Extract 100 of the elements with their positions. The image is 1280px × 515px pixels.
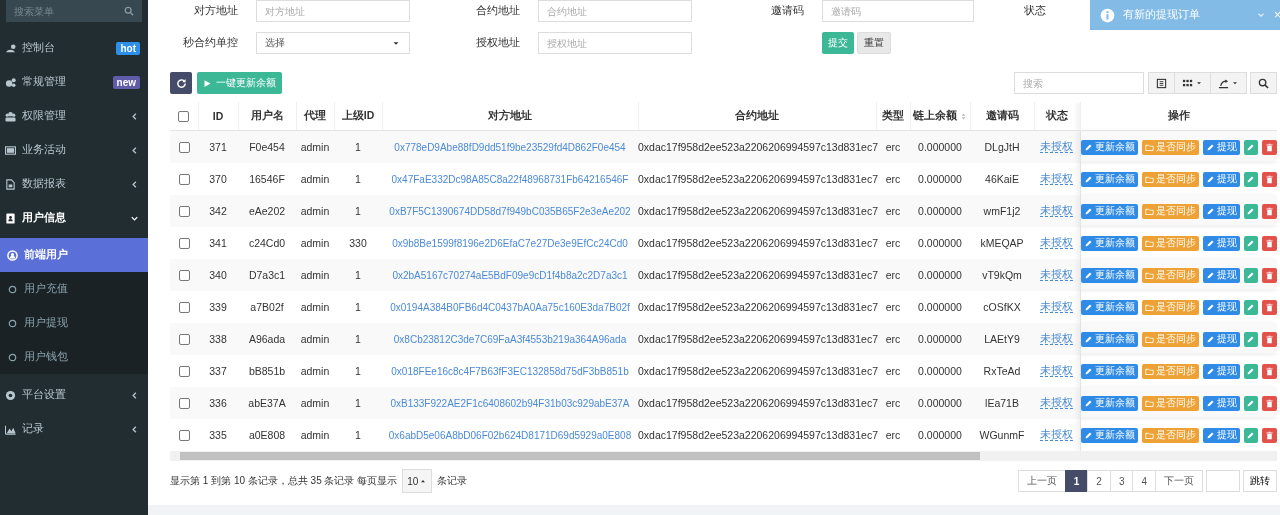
select-all-checkbox[interactable] — [178, 111, 190, 123]
page-button[interactable]: 2 — [1087, 470, 1111, 492]
edit-button[interactable] — [1243, 299, 1259, 315]
update-balance-button[interactable]: 一键更新余额 — [197, 72, 282, 94]
page-button[interactable]: 4 — [1132, 470, 1156, 492]
sidebar-item[interactable]: 平台设置 — [0, 378, 148, 412]
delete-button[interactable] — [1262, 427, 1277, 443]
status-link[interactable]: 未授权 — [1040, 428, 1074, 441]
sidebar-item[interactable]: 数据报表 — [0, 167, 148, 201]
row-checkbox[interactable] — [178, 238, 190, 250]
action-button[interactable]: 提现 — [1202, 235, 1240, 251]
action-button[interactable]: 提现 — [1202, 331, 1240, 347]
delete-button[interactable] — [1262, 171, 1277, 187]
action-button[interactable]: 是否同步 — [1141, 331, 1199, 347]
action-button[interactable]: 是否同步 — [1141, 363, 1199, 379]
filter-input[interactable]: 授权地址 — [538, 32, 692, 54]
filter-input[interactable]: 合约地址 — [538, 0, 692, 22]
refresh-button[interactable] — [170, 72, 192, 94]
action-button[interactable]: 更新余额 — [1080, 235, 1138, 251]
columns-button[interactable] — [1174, 72, 1211, 94]
close-button[interactable]: × — [1274, 8, 1280, 22]
submenu-item[interactable]: 用户提现 — [0, 306, 148, 340]
action-button[interactable]: 是否同步 — [1141, 235, 1199, 251]
edit-button[interactable] — [1243, 395, 1259, 411]
row-checkbox[interactable] — [178, 398, 190, 410]
edit-button[interactable] — [1243, 203, 1259, 219]
action-button[interactable]: 更新余额 — [1080, 395, 1138, 411]
row-checkbox[interactable] — [178, 366, 190, 378]
row-checkbox[interactable] — [178, 430, 190, 442]
export-button[interactable] — [1210, 72, 1247, 94]
delete-button[interactable] — [1262, 299, 1277, 315]
status-link[interactable]: 未授权 — [1040, 300, 1074, 313]
page-button[interactable]: 下一页 — [1155, 470, 1203, 492]
action-button[interactable]: 提现 — [1202, 203, 1240, 219]
action-button[interactable]: 提现 — [1202, 395, 1240, 411]
page-button[interactable]: 3 — [1109, 470, 1134, 492]
jump-button[interactable]: 跳转 — [1243, 470, 1277, 492]
action-button[interactable]: 更新余额 — [1080, 139, 1138, 155]
row-checkbox[interactable] — [178, 302, 190, 314]
toggle-view-button[interactable] — [1148, 72, 1175, 94]
edit-button[interactable] — [1243, 171, 1259, 187]
filter-input[interactable]: 对方地址 — [256, 0, 410, 22]
sidebar-item[interactable]: 记录 — [0, 412, 148, 446]
page-button[interactable]: 上一页 — [1017, 470, 1066, 492]
row-checkbox[interactable] — [178, 174, 190, 186]
action-button[interactable]: 是否同步 — [1141, 267, 1199, 283]
action-button[interactable]: 是否同步 — [1141, 427, 1199, 443]
sidebar-item[interactable]: 用户信息 — [0, 201, 148, 235]
row-checkbox[interactable] — [178, 206, 190, 218]
edit-button[interactable] — [1243, 235, 1259, 251]
action-button[interactable]: 提现 — [1202, 267, 1240, 283]
status-link[interactable]: 未授权 — [1040, 364, 1074, 377]
delete-button[interactable] — [1262, 203, 1277, 219]
edit-button[interactable] — [1243, 363, 1259, 379]
delete-button[interactable] — [1262, 395, 1277, 411]
sidebar-item[interactable]: 业务活动 — [0, 133, 148, 167]
edit-button[interactable] — [1243, 331, 1259, 347]
action-button[interactable]: 是否同步 — [1141, 203, 1199, 219]
submit-button[interactable]: 提交 — [822, 32, 854, 54]
sidebar-item[interactable]: 控制台 hot — [0, 31, 148, 65]
search-button[interactable] — [1250, 72, 1277, 94]
submenu-item[interactable]: 用户钱包 — [0, 340, 148, 374]
filter-select[interactable]: 选择 — [256, 32, 410, 54]
action-button[interactable]: 更新余额 — [1080, 331, 1138, 347]
row-checkbox[interactable] — [178, 142, 190, 154]
action-button[interactable]: 提现 — [1202, 171, 1240, 187]
action-button[interactable]: 更新余额 — [1080, 363, 1138, 379]
edit-button[interactable] — [1243, 427, 1259, 443]
edit-button[interactable] — [1243, 139, 1259, 155]
row-checkbox[interactable] — [178, 334, 190, 346]
delete-button[interactable] — [1262, 363, 1277, 379]
filter-input[interactable]: 邀请码 — [822, 0, 974, 22]
sidebar-item[interactable]: 常规管理 new — [0, 65, 148, 99]
action-button[interactable]: 更新余额 — [1080, 267, 1138, 283]
reset-button[interactable]: 重置 — [857, 32, 891, 54]
edit-button[interactable] — [1243, 267, 1259, 283]
page-jump-field[interactable] — [1206, 470, 1240, 492]
address-link[interactable]: 0x47FaE332Dc98A85C8a22f48968731Fb64216546F — [391, 174, 629, 185]
address-link[interactable]: 0x018FEe16c8c4F7B63fF3EC132858d75dF3bB851b — [391, 366, 629, 377]
action-button[interactable]: 提现 — [1202, 139, 1240, 155]
row-checkbox[interactable] — [178, 270, 190, 282]
action-button[interactable]: 是否同步 — [1141, 395, 1199, 411]
search-field[interactable]: 搜索 — [1014, 72, 1144, 94]
address-link[interactable]: 0x9b8Be1599f8196e2D6EfaC7e27De3e9EfCc24Cd0 — [392, 238, 628, 249]
delete-button[interactable] — [1262, 235, 1277, 251]
submenu-item[interactable]: 用户充值 — [0, 272, 148, 306]
sidebar-item[interactable]: 权限管理 — [0, 99, 148, 133]
delete-button[interactable] — [1262, 139, 1277, 155]
action-button[interactable]: 是否同步 — [1141, 299, 1199, 315]
submenu-item[interactable]: 前端用户 — [0, 238, 148, 272]
status-link[interactable]: 未授权 — [1040, 172, 1074, 185]
action-button[interactable]: 提现 — [1202, 427, 1240, 443]
address-link[interactable]: 0x6abD5e06A8bD06F02b624D8171D69d5929a0E808 — [388, 430, 632, 441]
status-link[interactable]: 未授权 — [1040, 236, 1074, 249]
action-button[interactable]: 更新余额 — [1080, 171, 1138, 187]
action-button[interactable]: 提现 — [1202, 363, 1240, 379]
action-button[interactable]: 更新余额 — [1080, 427, 1138, 443]
delete-button[interactable] — [1262, 267, 1277, 283]
page-size-select[interactable]: 10 — [402, 469, 433, 493]
horizontal-scrollbar[interactable] — [170, 451, 1277, 461]
